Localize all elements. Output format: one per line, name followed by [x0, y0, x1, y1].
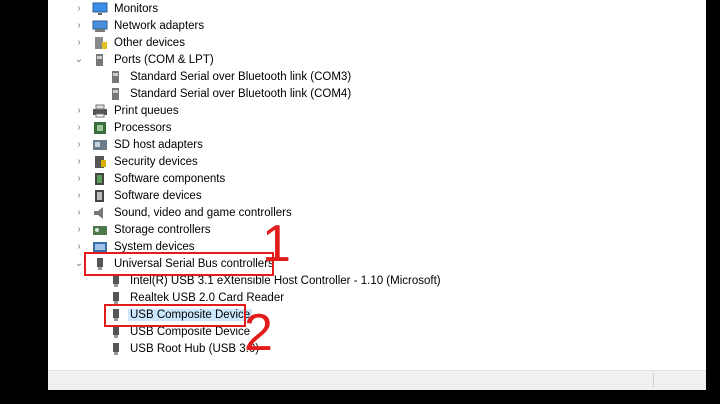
software-device-icon — [92, 189, 108, 203]
tree-child-usb-root-hub[interactable]: USB Root Hub (USB 3.0) — [108, 340, 261, 357]
tree-item-software-components[interactable]: › Software components — [74, 170, 227, 187]
tree-item-label: Intel(R) USB 3.1 eXtensible Host Control… — [130, 274, 441, 287]
tree-item-network-adapters[interactable]: › Network adapters — [74, 17, 206, 34]
tree-item-label: Print queues — [114, 104, 179, 117]
tree-item-label: Other devices — [114, 36, 185, 49]
processor-icon — [92, 121, 108, 135]
tree-item-label: Standard Serial over Bluetooth link (COM… — [130, 70, 352, 83]
tree-item-sd-host-adapters[interactable]: › SD host adapters — [74, 136, 205, 153]
usb-icon — [108, 291, 124, 305]
tree-item-label: Software components — [114, 172, 226, 185]
tree-item-label: USB Composite Device — [130, 325, 251, 338]
tree-item-label: Storage controllers — [114, 223, 211, 236]
horizontal-scrollbar[interactable] — [48, 370, 706, 390]
sd-card-icon — [92, 138, 108, 152]
tree-child-com4[interactable]: Standard Serial over Bluetooth link (COM… — [108, 85, 353, 102]
scrollbar-divider — [653, 373, 654, 387]
chevron-right-icon[interactable]: › — [74, 190, 84, 202]
chevron-right-icon[interactable]: › — [74, 156, 84, 168]
printer-icon — [92, 104, 108, 118]
chevron-right-icon[interactable]: › — [74, 37, 84, 49]
speaker-icon — [92, 206, 108, 220]
tree-item-other-devices[interactable]: › Other devices — [74, 34, 187, 51]
security-device-icon — [92, 155, 108, 169]
chevron-right-icon[interactable]: › — [74, 224, 84, 236]
chevron-down-icon[interactable]: ⌄ — [74, 258, 84, 270]
highlight-box-usb-controllers — [84, 252, 274, 276]
chevron-down-icon[interactable]: ⌄ — [74, 54, 84, 66]
chevron-right-icon[interactable]: › — [74, 139, 84, 151]
tree-item-monitors[interactable]: › Monitors — [74, 0, 160, 17]
storage-controller-icon — [92, 223, 108, 237]
tree-item-label: Security devices — [114, 155, 198, 168]
device-manager-window: › Monitors › Network adapters › Other de… — [48, 0, 706, 390]
unknown-device-icon — [92, 36, 108, 50]
usb-icon — [108, 342, 124, 356]
bottom-border — [0, 390, 720, 404]
highlight-box-usb-composite-device — [104, 304, 246, 327]
tree-item-security-devices[interactable]: › Security devices — [74, 153, 200, 170]
port-icon — [108, 87, 124, 101]
software-component-icon — [92, 172, 108, 186]
network-adapter-icon — [92, 19, 108, 33]
tree-item-label: Software devices — [114, 189, 202, 202]
tree-item-software-devices[interactable]: › Software devices — [74, 187, 204, 204]
monitor-icon — [92, 2, 108, 16]
tree-item-label: Realtek USB 2.0 Card Reader — [130, 291, 285, 304]
tree-item-label: Standard Serial over Bluetooth link (COM… — [130, 87, 352, 100]
annotation-number-1: 1 — [262, 215, 291, 273]
tree-item-processors[interactable]: › Processors — [74, 119, 174, 136]
port-icon — [92, 53, 108, 67]
tree-item-label: Monitors — [114, 2, 159, 15]
tree-child-com3[interactable]: Standard Serial over Bluetooth link (COM… — [108, 68, 353, 85]
tree-item-label: System devices — [114, 240, 195, 253]
annotation-number-2: 2 — [244, 304, 273, 362]
right-border — [706, 0, 720, 404]
tree-item-sound-video-game-controllers[interactable]: › Sound, video and game controllers — [74, 204, 294, 221]
tree-item-label: Network adapters — [114, 19, 205, 32]
tree-item-label: SD host adapters — [114, 138, 203, 151]
chevron-right-icon[interactable]: › — [74, 3, 84, 15]
chevron-right-icon[interactable]: › — [74, 173, 84, 185]
chevron-right-icon[interactable]: › — [74, 207, 84, 219]
port-icon — [108, 70, 124, 84]
chevron-right-icon[interactable]: › — [74, 105, 84, 117]
chevron-right-icon[interactable]: › — [74, 122, 84, 134]
tree-item-print-queues[interactable]: › Print queues — [74, 102, 181, 119]
tree-item-label: Ports (COM & LPT) — [114, 53, 214, 66]
chevron-right-icon[interactable]: › — [74, 241, 84, 253]
tree-item-label: Processors — [114, 121, 172, 134]
tree-item-storage-controllers[interactable]: › Storage controllers — [74, 221, 213, 238]
chevron-right-icon[interactable]: › — [74, 20, 84, 32]
tree-item-label: USB Root Hub (USB 3.0) — [130, 342, 260, 355]
tree-item-ports[interactable]: ⌄ Ports (COM & LPT) — [74, 51, 216, 68]
